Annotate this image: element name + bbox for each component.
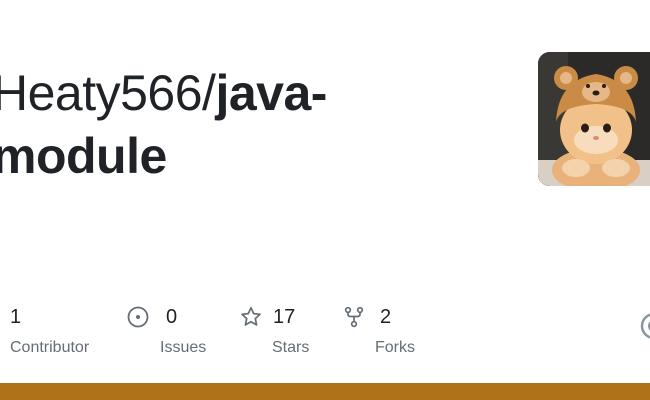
issues-label: Issues	[160, 339, 207, 356]
fork-icon	[344, 306, 364, 328]
forks-label: Forks	[375, 339, 415, 356]
star-icon	[241, 306, 261, 326]
repo-name: java-	[215, 65, 327, 121]
contributors-label: Contributor	[10, 339, 90, 356]
language-bar	[0, 383, 650, 400]
contributors-count: 1	[10, 306, 22, 328]
repo-owner: Heaty566/	[0, 65, 216, 121]
contributors-stat[interactable]: 1 Contributor	[10, 304, 89, 358]
stars-count: 17	[273, 306, 296, 328]
issue-icon	[127, 306, 149, 328]
owner-avatar	[538, 52, 650, 186]
forks-count: 2	[380, 306, 392, 328]
stars-label: Stars	[272, 339, 310, 356]
repo-name-continued: module	[0, 128, 167, 184]
repo-title: Heaty566/java-module	[0, 62, 327, 188]
repo-social-card: Heaty566/java-module 1 Contributor 0 Iss…	[0, 0, 650, 400]
stars-stat[interactable]: 17 Stars	[240, 304, 309, 358]
issues-count: 0	[166, 306, 178, 328]
forks-stat[interactable]: 2 Forks	[343, 304, 415, 358]
issues-stat[interactable]: 0 Issues	[127, 304, 206, 358]
cat-in-bear-hat-image	[538, 52, 650, 186]
github-logo-icon	[640, 313, 650, 339]
